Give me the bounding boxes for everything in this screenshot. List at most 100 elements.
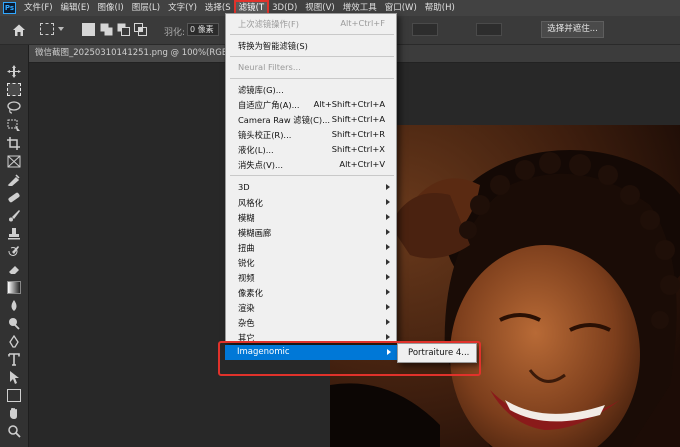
brush-tool-icon[interactable] (7, 209, 21, 222)
chevron-right-icon (386, 259, 390, 265)
submenu-pixelate[interactable]: 像素化 (238, 287, 393, 299)
menu-item-label: 滤镜库(G)... (238, 85, 284, 95)
submenu-blur-gallery[interactable]: 模糊画廊 (238, 227, 393, 239)
new-selection-icon[interactable] (82, 23, 95, 36)
gradient-tool-icon[interactable] (7, 281, 21, 294)
menu-divider (230, 56, 394, 57)
select-and-mask-button[interactable]: 选择并遮住... (541, 21, 604, 38)
menu-item-label: 杂色 (238, 318, 255, 328)
chevron-right-icon (386, 319, 390, 325)
photoshop-logo-icon: Ps (3, 2, 16, 14)
menu-item-label: 其它 (238, 333, 255, 343)
menu-divider (230, 78, 394, 79)
menu-item-vanishing-point[interactable]: 消失点(V)... Alt+Ctrl+V (238, 159, 393, 171)
menu-item-filter-gallery[interactable]: 滤镜库(G)... (238, 84, 393, 96)
frame-tool-icon[interactable] (7, 155, 21, 168)
submenu-distort[interactable]: 扭曲 (238, 242, 393, 254)
menu-item-camera-raw[interactable]: Camera Raw 滤镜(C)... Shift+Ctrl+A (238, 114, 393, 126)
menu-item-label: 锐化 (238, 258, 255, 268)
chevron-right-icon (386, 184, 390, 190)
menu-item-adaptive-wide-angle[interactable]: 自适应广角(A)... Alt+Shift+Ctrl+A (238, 99, 393, 111)
width-field[interactable] (412, 23, 438, 36)
menu-item-label: Camera Raw 滤镜(C)... (238, 115, 331, 125)
chevron-right-icon (386, 229, 390, 235)
submenu-render[interactable]: 渲染 (238, 302, 393, 314)
menu-image[interactable]: 图像(I) (94, 1, 128, 15)
menu-file[interactable]: 文件(F) (20, 1, 57, 15)
menu-item-label: Imagenomic (237, 347, 290, 357)
crop-tool-icon[interactable] (7, 137, 21, 150)
chevron-down-icon[interactable] (58, 27, 64, 31)
healing-brush-tool-icon[interactable] (7, 191, 21, 204)
move-tool-icon[interactable] (7, 65, 21, 78)
chevron-right-icon (387, 349, 391, 355)
submenu-noise[interactable]: 杂色 (238, 317, 393, 329)
height-field[interactable] (476, 23, 502, 36)
rectangle-marquee-tool-icon[interactable] (7, 83, 21, 96)
subtract-from-selection-icon[interactable] (117, 23, 130, 36)
tools-panel (0, 45, 29, 447)
menu-item-label: 风格化 (238, 198, 263, 208)
document-tab[interactable]: 微信截图_20250310141251.png @ 100%(RGB/8#) (29, 45, 246, 62)
menu-item-label: 像素化 (238, 288, 263, 298)
menu-item-shortcut: Alt+Ctrl+V (339, 159, 385, 169)
menu-item-label: 扭曲 (238, 243, 255, 253)
menu-edit[interactable]: 编辑(E) (57, 1, 94, 15)
menu-item-label: 视频 (238, 273, 255, 283)
chevron-right-icon (386, 304, 390, 310)
intersect-selection-icon[interactable] (134, 23, 147, 36)
menu-item-label: 渲染 (238, 303, 255, 313)
submenu-other[interactable]: 其它 (238, 332, 393, 344)
path-selection-tool-icon[interactable] (7, 371, 21, 384)
menu-item-shortcut: Alt+Shift+Ctrl+A (313, 99, 385, 109)
menu-item-portraiture[interactable]: Portraiture 4... (400, 346, 474, 360)
hand-tool-icon[interactable] (7, 407, 21, 420)
blur-tool-icon[interactable] (7, 299, 21, 312)
submenu-blur[interactable]: 模糊 (238, 212, 393, 224)
menu-type[interactable]: 文字(Y) (164, 1, 201, 15)
home-icon[interactable] (12, 23, 26, 37)
pen-tool-icon[interactable] (7, 335, 21, 348)
menu-help[interactable]: 帮助(H) (421, 1, 459, 15)
menu-item-label: 3D (238, 182, 250, 192)
clone-stamp-tool-icon[interactable] (7, 227, 21, 240)
feather-input[interactable]: 0 像素 (187, 23, 219, 36)
submenu-3d[interactable]: 3D (238, 182, 393, 192)
menu-item-label: 上次滤镜操作(F) (238, 19, 300, 29)
object-selection-tool-icon[interactable] (7, 119, 21, 132)
chevron-right-icon (386, 334, 390, 340)
chevron-right-icon (386, 274, 390, 280)
menu-item-label: 液化(L)... (238, 145, 274, 155)
menu-item-shortcut: Alt+Ctrl+F (340, 18, 385, 28)
menu-item-label: 自适应广角(A)... (238, 100, 300, 110)
menu-item-convert-smart-filter[interactable]: 转换为智能滤镜(S) (238, 40, 393, 52)
filter-menu: 上次滤镜操作(F) Alt+Ctrl+F 转换为智能滤镜(S) Neural F… (225, 13, 397, 343)
menu-item-label: 模糊画廊 (238, 228, 272, 238)
menu-item-shortcut: Shift+Ctrl+R (331, 129, 385, 139)
menu-divider (230, 34, 394, 35)
chevron-right-icon (386, 199, 390, 205)
type-tool-icon[interactable] (7, 353, 21, 366)
submenu-stylize[interactable]: 风格化 (238, 197, 393, 209)
eyedropper-tool-icon[interactable] (7, 173, 21, 186)
dodge-tool-icon[interactable] (7, 317, 21, 330)
lasso-tool-icon[interactable] (7, 101, 21, 114)
menu-item-liquify[interactable]: 液化(L)... Shift+Ctrl+X (238, 144, 393, 156)
submenu-imagenomic[interactable]: Imagenomic (225, 345, 397, 360)
imagenomic-submenu: Portraiture 4... (397, 343, 477, 363)
menu-item-lens-correction[interactable]: 镜头校正(R)... Shift+Ctrl+R (238, 129, 393, 141)
rectangle-tool-icon[interactable] (7, 389, 21, 402)
menu-item-last-filter[interactable]: 上次滤镜操作(F) Alt+Ctrl+F (238, 18, 393, 30)
menu-item-shortcut: Shift+Ctrl+A (331, 114, 385, 124)
menu-item-neural-filters[interactable]: Neural Filters... (238, 62, 393, 72)
submenu-sharpen[interactable]: 锐化 (238, 257, 393, 269)
add-to-selection-icon[interactable] (100, 23, 113, 36)
submenu-video[interactable]: 视频 (238, 272, 393, 284)
history-brush-tool-icon[interactable] (7, 245, 21, 258)
rectangle-marquee-preset-icon[interactable] (40, 23, 54, 35)
menu-item-label: 消失点(V)... (238, 160, 283, 170)
menu-layer[interactable]: 图层(L) (128, 1, 164, 15)
eraser-tool-icon[interactable] (7, 263, 21, 276)
feather-label: 羽化: (164, 28, 186, 38)
zoom-tool-icon[interactable] (7, 425, 21, 438)
